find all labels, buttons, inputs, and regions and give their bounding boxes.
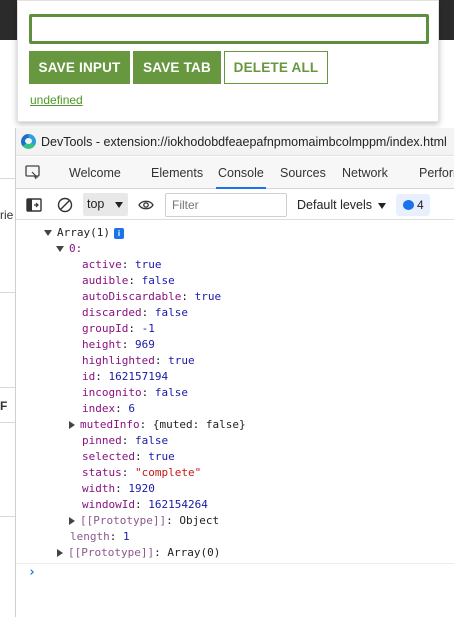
tab-performance[interactable]: Perform — [419, 157, 454, 189]
array-log-entry[interactable]: Array(1) i — [44, 225, 124, 241]
text-input[interactable] — [29, 14, 429, 44]
tab-welcome[interactable]: Welcome — [69, 157, 121, 189]
background-text-fragment: F — [0, 399, 8, 413]
prototype-object-row[interactable]: [[Prototype]]: Object — [69, 513, 219, 529]
array-index-entry[interactable]: 0: — [56, 241, 82, 257]
divider — [0, 422, 16, 423]
context-select[interactable]: top — [83, 193, 128, 216]
issues-count-badge[interactable]: 4 — [396, 194, 430, 216]
property-row: highlighted: true — [82, 354, 195, 367]
property-row: index: 6 — [82, 402, 135, 415]
expand-triangle-icon[interactable] — [56, 246, 64, 252]
expand-triangle-icon[interactable] — [57, 549, 63, 557]
devtools-titlebar: DevTools - extension://iokhodobdfeaepafn… — [16, 128, 454, 156]
screen: rie F SAVE INPUT SAVE TAB DELETE ALL und… — [0, 0, 454, 617]
background-page-fragment: rie F — [0, 40, 16, 617]
array-header: Array(1) — [57, 226, 110, 239]
property-row: height: 969 — [82, 338, 155, 351]
property-row: discarded: false — [82, 306, 188, 319]
console-toolbar: top Default levels 4 — [16, 190, 454, 220]
property-row: selected: true — [82, 450, 175, 463]
clear-console-icon[interactable] — [57, 197, 73, 213]
property-row: autoDiscardable: true — [82, 290, 222, 303]
muted-info-row[interactable]: mutedInfo: {muted: false} — [69, 417, 246, 433]
devtools-title: DevTools - extension://iokhodobdfeaepafn… — [41, 135, 447, 149]
save-tab-button[interactable]: SAVE TAB — [133, 51, 221, 84]
context-value: top — [87, 197, 105, 211]
property-row: audible: false — [82, 274, 175, 287]
filter-input[interactable] — [165, 193, 287, 217]
divider — [0, 178, 16, 179]
sidebar-toggle-icon[interactable] — [26, 197, 42, 213]
property-row: id: 162157194 — [82, 370, 169, 383]
tab-sources[interactable]: Sources — [280, 157, 326, 189]
saved-item-link[interactable]: undefined — [30, 93, 83, 107]
console-prompt[interactable]: › — [28, 565, 36, 580]
live-expression-eye-icon[interactable] — [138, 197, 154, 213]
expand-triangle-icon[interactable] — [69, 517, 75, 525]
property-row: groupId: -1 — [82, 322, 155, 335]
log-levels-label: Default levels — [297, 198, 373, 212]
console-output: Array(1) i 0: active: true audible: false… — [16, 221, 454, 617]
devtools-window: DevTools - extension://iokhodobdfeaepafn… — [15, 128, 454, 617]
chevron-down-icon — [378, 202, 387, 209]
property-row: pinned: false — [82, 434, 169, 447]
property-row: status: "complete" — [82, 466, 202, 479]
info-icon: i — [113, 227, 124, 239]
prototype-array-row[interactable]: [[Prototype]]: Array(0) — [57, 545, 220, 561]
property-row: active: true — [82, 258, 162, 271]
extension-popup: SAVE INPUT SAVE TAB DELETE ALL undefined — [17, 0, 439, 122]
log-levels-dropdown[interactable]: Default levels — [297, 190, 387, 220]
tab-console[interactable]: Console — [216, 157, 266, 189]
property-row: incognito: false — [82, 386, 188, 399]
device-emulation-icon[interactable] — [25, 165, 41, 180]
length-row: length: 1 — [70, 530, 130, 543]
divider — [16, 563, 454, 564]
tab-network[interactable]: Network — [342, 157, 388, 189]
chevron-down-icon — [115, 202, 123, 208]
property-row: windowId: 162154264 — [82, 498, 208, 511]
divider — [0, 387, 16, 388]
expand-triangle-icon[interactable] — [69, 421, 75, 429]
save-input-button[interactable]: SAVE INPUT — [29, 51, 130, 84]
edge-logo-icon — [21, 134, 36, 149]
array-index-label: 0: — [69, 242, 83, 255]
divider — [0, 516, 16, 517]
background-text-fragment: rie — [0, 208, 14, 222]
delete-all-button[interactable]: DELETE ALL — [224, 51, 328, 84]
expand-triangle-icon[interactable] — [44, 230, 52, 236]
tab-elements[interactable]: Elements — [151, 157, 203, 189]
property-row: width: 1920 — [82, 482, 155, 495]
devtools-tab-bar: Welcome Elements Console Sources Network… — [16, 157, 454, 189]
issues-count: 4 — [417, 198, 424, 212]
divider — [0, 292, 16, 293]
message-icon — [403, 200, 414, 210]
